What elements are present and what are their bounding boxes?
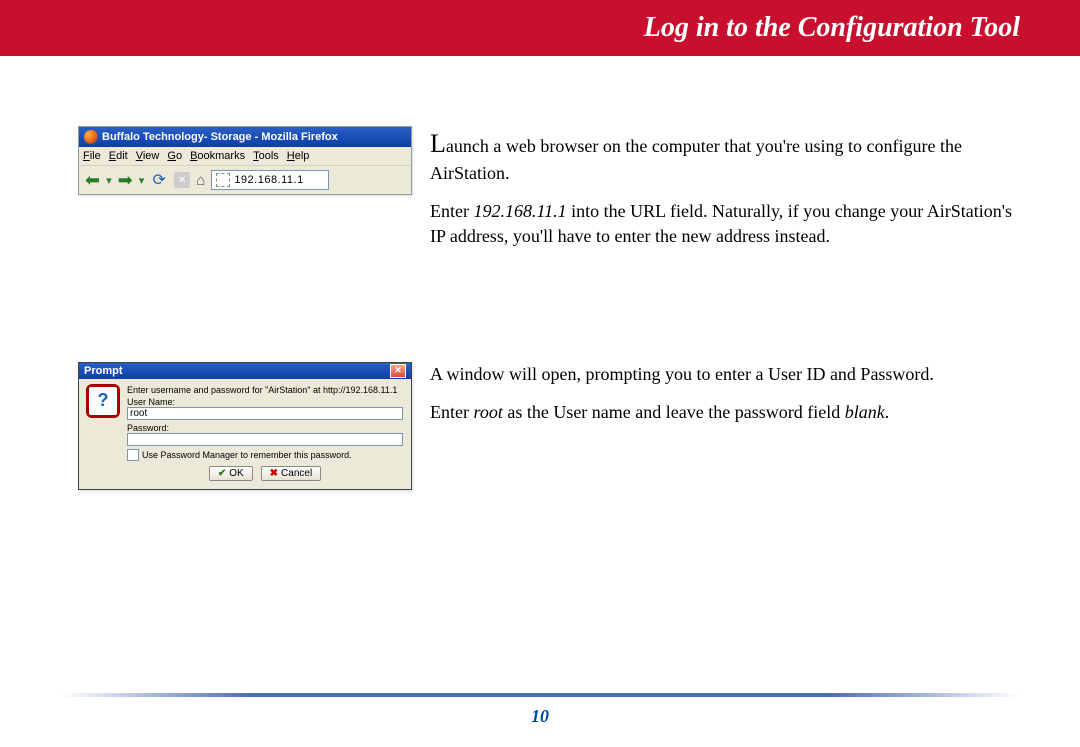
- cancel-label: Cancel: [281, 468, 312, 479]
- paragraph-credentials: Enter root as the User name and leave th…: [430, 400, 1020, 424]
- stop-icon[interactable]: ✕: [174, 172, 190, 188]
- x-icon: ✖: [270, 468, 278, 479]
- menu-go[interactable]: Go: [167, 150, 182, 162]
- auth-prompt-screenshot: Prompt ✕ ? Enter username and password f…: [78, 362, 412, 490]
- prompt-instruction: Enter username and password for "AirStat…: [127, 385, 403, 395]
- menu-view[interactable]: View: [136, 150, 160, 162]
- prompt-form: Enter username and password for "AirStat…: [127, 385, 403, 481]
- page-header: Log in to the Configuration Tool: [0, 0, 1080, 56]
- browser-window-title: Buffalo Technology- Storage - Mozilla Fi…: [102, 131, 338, 143]
- prompt-title-text: Prompt: [84, 365, 123, 377]
- text: .: [885, 402, 890, 422]
- page-content: Buffalo Technology- Storage - Mozilla Fi…: [0, 56, 1080, 656]
- url-value: 192.168.11.1: [234, 174, 303, 186]
- paragraph-window-prompt: A window will open, prompting you to ent…: [430, 362, 1020, 386]
- firefox-screenshot: Buffalo Technology- Storage - Mozilla Fi…: [78, 126, 412, 195]
- browser-menubar: File Edit View Go Bookmarks Tools Help: [79, 147, 411, 166]
- menu-file[interactable]: File: [83, 150, 101, 162]
- prompt-titlebar: Prompt ✕: [79, 363, 411, 379]
- menu-tools[interactable]: Tools: [253, 150, 279, 162]
- menu-help[interactable]: Help: [287, 150, 310, 162]
- browser-toolbar: ⬅ ▾ ➡ ▾ ⟳ ✕ ⌂ 192.168.11.1: [79, 166, 411, 194]
- check-icon: ✔: [218, 468, 226, 479]
- page-number: 10: [0, 706, 1080, 727]
- text: Enter: [430, 201, 473, 221]
- remember-row[interactable]: Use Password Manager to remember this pa…: [127, 449, 403, 461]
- close-icon[interactable]: ✕: [390, 364, 406, 378]
- home-icon[interactable]: ⌂: [196, 172, 205, 189]
- firefox-icon: [84, 130, 98, 144]
- reload-icon[interactable]: ⟳: [150, 171, 168, 189]
- ok-label: OK: [229, 468, 243, 479]
- blank-literal: blank: [845, 402, 885, 422]
- menu-edit[interactable]: Edit: [109, 150, 128, 162]
- menu-bookmarks[interactable]: Bookmarks: [190, 150, 245, 162]
- password-input[interactable]: [127, 433, 403, 446]
- ip-literal: 192.168.11.1: [473, 201, 566, 221]
- question-icon: ?: [87, 385, 119, 417]
- back-icon[interactable]: ⬅: [85, 171, 100, 189]
- username-label: User Name:: [127, 397, 403, 407]
- section-1: Buffalo Technology- Storage - Mozilla Fi…: [78, 126, 1020, 262]
- text: as the User name and leave the password …: [503, 402, 845, 422]
- section-2: Prompt ✕ ? Enter username and password f…: [78, 362, 1020, 490]
- remember-label: Use Password Manager to remember this pa…: [142, 450, 352, 460]
- text: Enter: [430, 402, 473, 422]
- username-input[interactable]: [127, 407, 403, 420]
- url-bar[interactable]: 192.168.11.1: [211, 170, 329, 190]
- cancel-button[interactable]: ✖Cancel: [261, 466, 322, 481]
- forward-dropdown-icon[interactable]: ▾: [139, 174, 145, 187]
- browser-titlebar: Buffalo Technology- Storage - Mozilla Fi…: [79, 127, 411, 147]
- text-block-1: Launch a web browser on the computer tha…: [430, 126, 1020, 262]
- back-dropdown-icon[interactable]: ▾: [106, 174, 112, 187]
- ok-button[interactable]: ✔OK: [209, 466, 253, 481]
- paragraph-launch: Launch a web browser on the computer tha…: [430, 126, 1020, 185]
- root-literal: root: [473, 402, 502, 422]
- page-title: Log in to the Configuration Tool: [644, 12, 1020, 44]
- footer-rule: [60, 693, 1020, 697]
- forward-icon[interactable]: ➡: [118, 171, 133, 189]
- page-favicon: [216, 173, 230, 187]
- remember-checkbox[interactable]: [127, 449, 139, 461]
- text-block-2: A window will open, prompting you to ent…: [430, 362, 1020, 439]
- paragraph-enter-ip: Enter 192.168.11.1 into the URL field. N…: [430, 199, 1020, 248]
- password-label: Password:: [127, 423, 403, 433]
